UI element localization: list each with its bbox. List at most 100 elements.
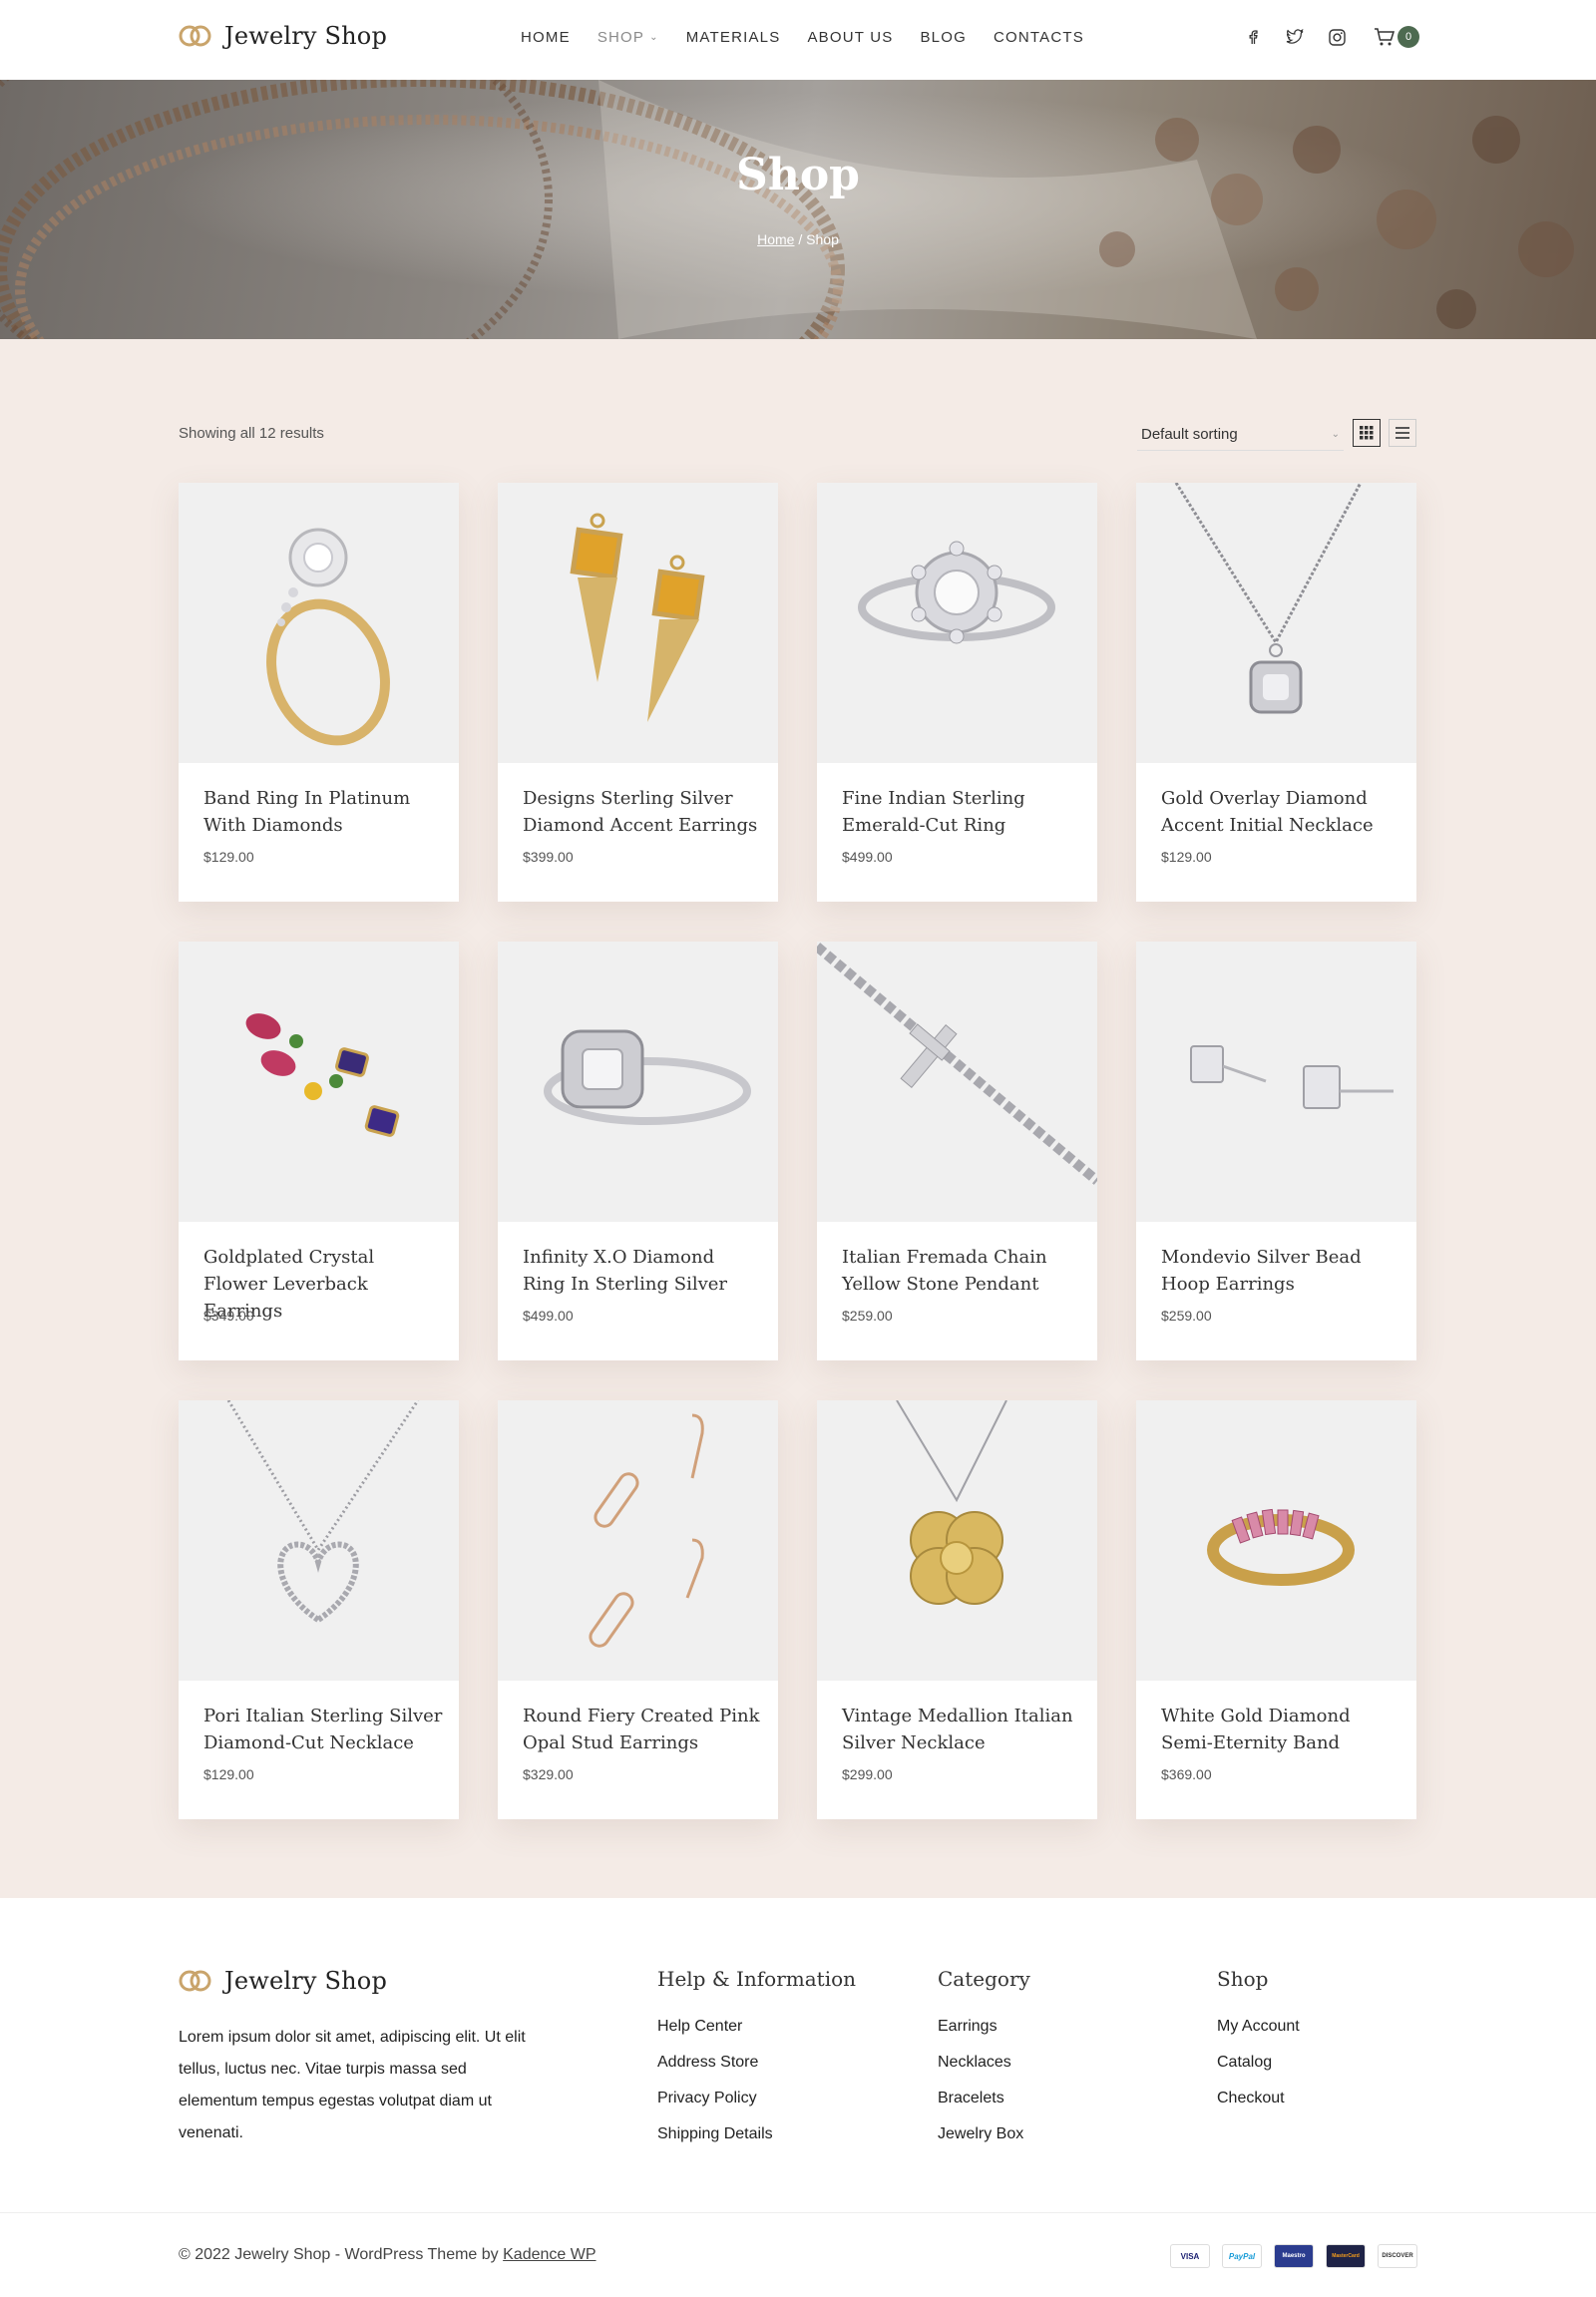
visa-icon: VISA	[1170, 2244, 1210, 2268]
product-title[interactable]: Pori Italian Sterling Silver Diamond-Cut…	[203, 1703, 443, 1756]
product-title[interactable]: Band Ring In Platinum With Diamonds	[203, 785, 443, 839]
product-card[interactable]: Pori Italian Sterling Silver Diamond-Cut…	[179, 1400, 459, 1819]
product-image[interactable]	[498, 483, 778, 763]
product-image[interactable]	[817, 1400, 1097, 1681]
product-price: $129.00	[203, 849, 254, 865]
nav-home-label: HOME	[521, 29, 571, 46]
product-title[interactable]: Designs Sterling Silver Diamond Accent E…	[523, 785, 762, 839]
product-title[interactable]: Vintage Medallion Italian Silver Necklac…	[842, 1703, 1081, 1756]
nav-materials[interactable]: MATERIALS	[686, 29, 781, 46]
rings-logo-icon	[179, 1970, 211, 1992]
product-image[interactable]	[498, 942, 778, 1222]
product-price: $499.00	[842, 849, 893, 865]
pink-sapphire-band-image	[1207, 1508, 1355, 1586]
footer-link[interactable]: Jewelry Box	[938, 2116, 1030, 2152]
rose-gold-drop-earrings-image	[589, 1413, 704, 1648]
grid-view-button[interactable]	[1353, 419, 1381, 447]
product-card[interactable]: Mondevio Silver Bead Hoop Earrings $259.…	[1136, 942, 1416, 1360]
list-icon	[1396, 427, 1409, 439]
product-card[interactable]: Fine Indian Sterling Emerald-Cut Ring $4…	[817, 483, 1097, 902]
product-card[interactable]: Designs Sterling Silver Diamond Accent E…	[498, 483, 778, 902]
hero-background-image	[0, 80, 1596, 339]
social-links	[1243, 27, 1347, 47]
site-header: Jewelry Shop HOME SHOP ⌄ MATERIALS ABOUT …	[0, 0, 1596, 80]
facebook-icon[interactable]	[1243, 27, 1263, 47]
footer-link[interactable]: Bracelets	[938, 2081, 1030, 2116]
product-card[interactable]: Band Ring In Platinum With Diamonds $129…	[179, 483, 459, 902]
product-card[interactable]: Gold Overlay Diamond Accent Initial Neck…	[1136, 483, 1416, 902]
nav-about-label: ABOUT US	[807, 29, 894, 46]
product-title[interactable]: Infinity X.O Diamond Ring In Sterling Si…	[523, 1244, 762, 1298]
list-view-button[interactable]	[1389, 419, 1416, 447]
product-price: $129.00	[1161, 849, 1212, 865]
nav-blog[interactable]: BLOG	[920, 29, 966, 46]
paypal-icon: PayPal	[1222, 2244, 1262, 2268]
product-image[interactable]	[1136, 1400, 1416, 1681]
nav-home[interactable]: HOME	[521, 29, 571, 46]
footer-logo[interactable]: Jewelry Shop	[179, 1967, 387, 1995]
footer-link[interactable]: Necklaces	[938, 2045, 1030, 2081]
shop-main: Showing all 12 results Default sorting ⌄	[0, 339, 1596, 1898]
footer-about-text: Lorem ipsum dolor sit amet, adipiscing e…	[179, 2029, 526, 2141]
silver-flower-ring-image	[858, 541, 1055, 644]
page-title: Shop	[736, 150, 860, 200]
instagram-icon[interactable]	[1327, 27, 1347, 47]
product-image[interactable]	[498, 1400, 778, 1681]
product-card[interactable]: Goldplated Crystal Flower Leverback Earr…	[179, 942, 459, 1360]
footer-link[interactable]: Catalog	[1217, 2045, 1300, 2081]
product-price: $329.00	[523, 1766, 574, 1782]
chevron-down-icon: ⌄	[1331, 429, 1340, 440]
product-title[interactable]: Gold Overlay Diamond Accent Initial Neck…	[1161, 785, 1400, 839]
flower-medallion-necklace-image	[896, 1400, 1007, 1605]
chevron-down-icon: ⌄	[649, 32, 659, 43]
footer-link[interactable]: Shipping Details	[657, 2116, 856, 2152]
product-price: $259.00	[842, 1308, 893, 1324]
breadcrumb-current: Shop	[806, 231, 839, 247]
footer-link[interactable]: My Account	[1217, 2009, 1300, 2045]
product-price: $299.00	[842, 1766, 893, 1782]
breadcrumb-separator: /	[794, 231, 807, 247]
product-image[interactable]	[817, 942, 1097, 1222]
product-image[interactable]	[1136, 483, 1416, 763]
product-price: $259.00	[1161, 1308, 1212, 1324]
product-price: $369.00	[1161, 1766, 1212, 1782]
footer-link[interactable]: Help Center	[657, 2009, 856, 2045]
heart-pendant-necklace-image	[226, 1400, 420, 1624]
product-card[interactable]: Infinity X.O Diamond Ring In Sterling Si…	[498, 942, 778, 1360]
sort-select[interactable]: Default sorting ⌄	[1137, 419, 1344, 451]
product-price: $349.00	[203, 1308, 254, 1324]
product-title[interactable]: Round Fiery Created Pink Opal Stud Earri…	[523, 1703, 762, 1756]
footer-column-heading: Shop	[1217, 1967, 1269, 1991]
twitter-icon[interactable]	[1285, 27, 1305, 47]
product-price: $129.00	[203, 1766, 254, 1782]
product-image[interactable]	[179, 942, 459, 1222]
site-logo[interactable]: Jewelry Shop	[179, 22, 387, 50]
nav-contacts[interactable]: CONTACTS	[994, 29, 1084, 46]
product-title[interactable]: Italian Fremada Chain Yellow Stone Penda…	[842, 1244, 1081, 1298]
footer-link[interactable]: Privacy Policy	[657, 2081, 856, 2116]
discover-icon: DISCOVER	[1378, 2244, 1417, 2268]
theme-author-link[interactable]: Kadence WP	[503, 2246, 596, 2263]
product-title[interactable]: Fine Indian Sterling Emerald-Cut Ring	[842, 785, 1081, 839]
product-card[interactable]: White Gold Diamond Semi-Eternity Band $3…	[1136, 1400, 1416, 1819]
product-image[interactable]	[817, 483, 1097, 763]
cart-button[interactable]: 0	[1374, 26, 1419, 48]
product-card[interactable]: Italian Fremada Chain Yellow Stone Penda…	[817, 942, 1097, 1360]
product-image[interactable]	[1136, 942, 1416, 1222]
page-hero: Shop Home / Shop	[0, 80, 1596, 339]
product-title[interactable]: Mondevio Silver Bead Hoop Earrings	[1161, 1244, 1400, 1298]
product-image[interactable]	[179, 483, 459, 763]
payment-methods: VISA PayPal Maestro MasterCard DISCOVER	[1170, 2244, 1417, 2268]
mastercard-icon: MasterCard	[1326, 2244, 1366, 2268]
footer-site-title: Jewelry Shop	[224, 1967, 388, 1995]
nav-shop[interactable]: SHOP ⌄	[598, 29, 659, 46]
product-image[interactable]	[179, 1400, 459, 1681]
footer-link[interactable]: Address Store	[657, 2045, 856, 2081]
footer-link[interactable]: Checkout	[1217, 2081, 1300, 2116]
product-card[interactable]: Round Fiery Created Pink Opal Stud Earri…	[498, 1400, 778, 1819]
breadcrumb-home-link[interactable]: Home	[757, 231, 794, 247]
footer-link[interactable]: Earrings	[938, 2009, 1030, 2045]
product-card[interactable]: Vintage Medallion Italian Silver Necklac…	[817, 1400, 1097, 1819]
product-title[interactable]: White Gold Diamond Semi-Eternity Band	[1161, 1703, 1400, 1756]
nav-about-us[interactable]: ABOUT US	[807, 29, 893, 46]
